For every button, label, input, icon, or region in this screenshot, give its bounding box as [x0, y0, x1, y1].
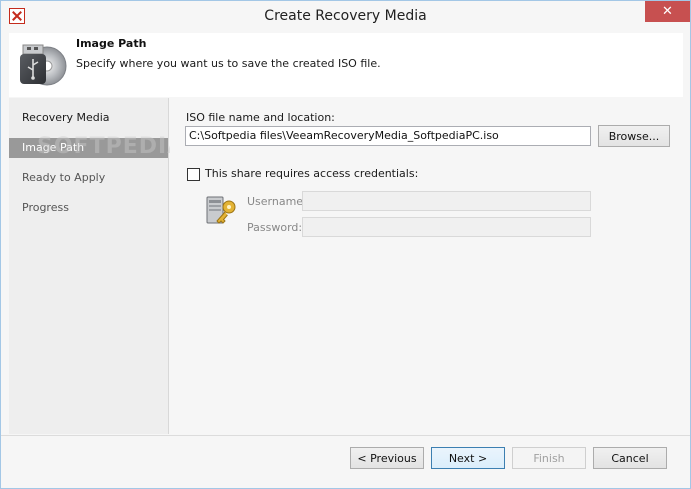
header-title: Image Path [76, 37, 147, 50]
username-input[interactable] [302, 191, 591, 211]
image-path-panel: ISO file name and location: C:\Softpedia… [170, 98, 683, 434]
dialog-window: Create Recovery Media ✕ Image Path Speci… [0, 0, 691, 489]
nav-item-recovery-media[interactable]: Recovery Media [9, 108, 168, 128]
window-title: Create Recovery Media [264, 8, 427, 24]
key-computer-icon [206, 196, 236, 224]
iso-location-label: ISO file name and location: [186, 111, 335, 124]
header-description: Specify where you want us to save the cr… [76, 57, 381, 70]
previous-button[interactable]: < Previous [350, 447, 424, 469]
iso-path-input[interactable]: C:\Softpedia files\VeeamRecoveryMedia_So… [185, 126, 591, 146]
nav-item-ready-to-apply: Ready to Apply [22, 171, 106, 184]
password-input[interactable] [302, 217, 591, 237]
close-icon: ✕ [662, 4, 673, 19]
finish-button: Finish [512, 447, 586, 469]
close-button[interactable]: ✕ [645, 1, 690, 22]
nav-item-progress: Progress [22, 201, 69, 214]
wizard-header: Image Path Specify where you want us to … [9, 33, 683, 97]
browse-button[interactable]: Browse... [598, 125, 670, 147]
password-label: Password: [247, 221, 303, 234]
cancel-button[interactable]: Cancel [593, 447, 667, 469]
usb-disc-icon [20, 44, 67, 86]
title-bar: Create Recovery Media ✕ [1, 1, 690, 33]
nav-item-image-path[interactable]: Image Path [9, 138, 168, 158]
next-button[interactable]: Next > [431, 447, 505, 469]
credentials-checkbox-label[interactable]: This share requires access credentials: [205, 167, 418, 180]
credentials-checkbox[interactable] [187, 168, 200, 181]
username-label: Username: [247, 195, 307, 208]
wizard-steps-nav: Recovery Media Image Path Ready to Apply… [9, 98, 169, 434]
wizard-footer: < Previous Next > Finish Cancel [1, 435, 690, 488]
